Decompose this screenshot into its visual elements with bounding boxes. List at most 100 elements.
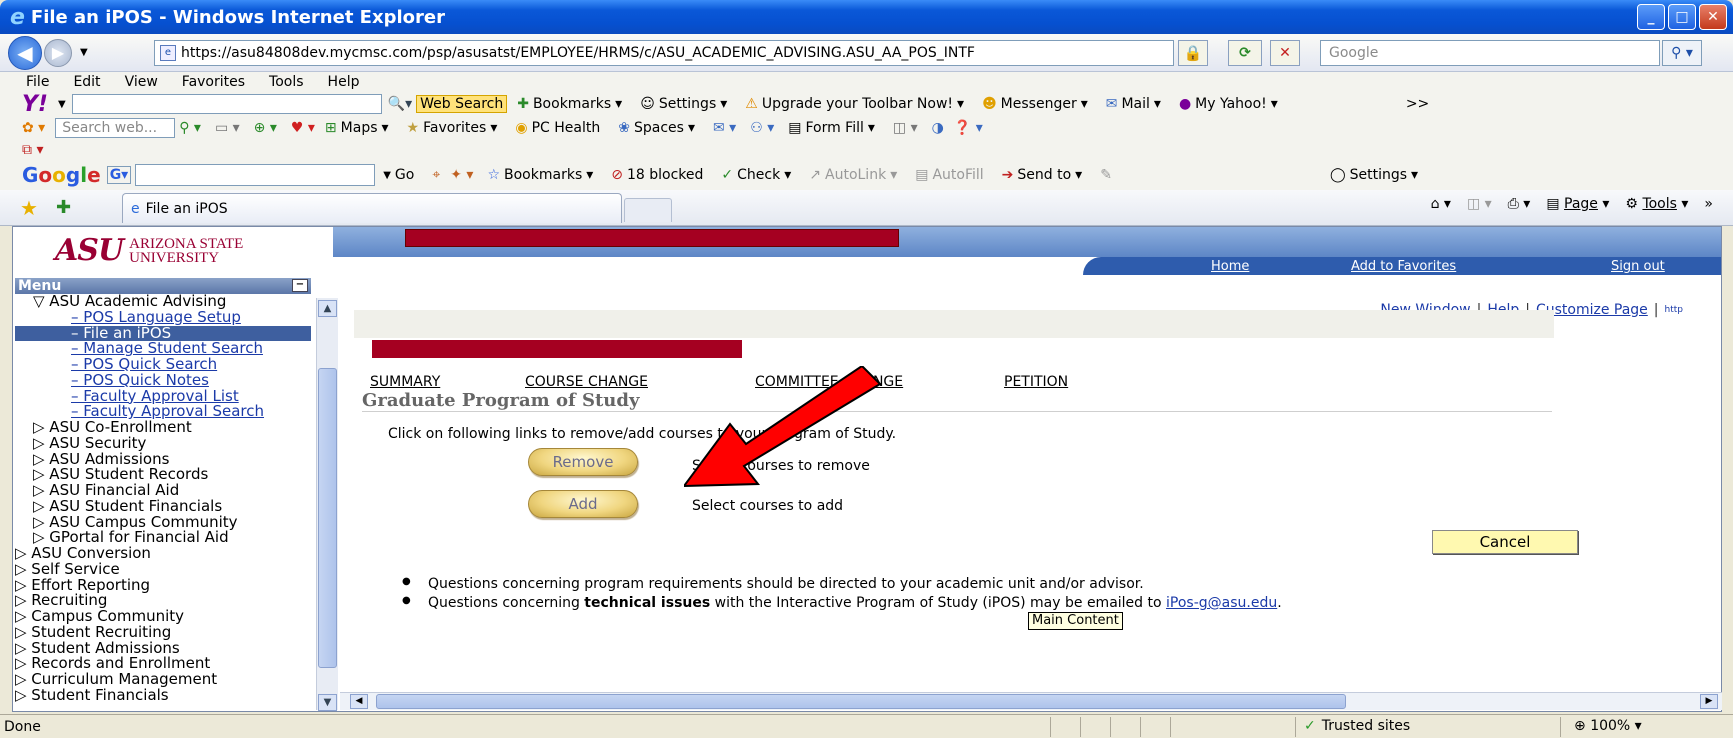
remove-button[interactable]: Remove — [528, 448, 638, 476]
home-icon[interactable]: ⌂ ▾ — [1431, 196, 1451, 212]
lock-icon[interactable]: 🔒 — [1178, 40, 1208, 66]
checkmark-icon: ✓ — [1304, 718, 1316, 734]
favorites-center-icon[interactable]: ★ — [20, 196, 38, 220]
yahoo-search-input[interactable] — [71, 94, 382, 114]
sidebar-item[interactable]: ▷ Student Financials — [15, 687, 311, 704]
google-g-icon[interactable]: G▾ — [106, 166, 132, 184]
add-button[interactable]: Add — [528, 490, 638, 518]
menu-edit[interactable]: Edit — [73, 74, 100, 90]
sign-out-link[interactable]: Sign out — [1611, 259, 1665, 274]
go-button[interactable]: Go — [395, 167, 414, 183]
msn-search-input[interactable]: Search web... — [55, 118, 176, 138]
back-button[interactable]: ◀ — [8, 35, 42, 70]
tab-summary[interactable]: SUMMARY — [370, 374, 440, 390]
horizontal-scroll-thumb[interactable] — [376, 694, 1346, 709]
search-input[interactable]: Google — [1320, 40, 1660, 66]
web-search-button[interactable]: Web Search — [416, 95, 508, 113]
msn-heart-icon[interactable]: ♥ ▾ — [291, 120, 315, 136]
collapse-menu-icon[interactable]: − — [292, 279, 308, 292]
horizontal-scrollbar[interactable]: ◀ ▶ — [340, 692, 1722, 710]
msn-help-icon[interactable]: ❓ ▾ — [954, 120, 983, 136]
scroll-down-icon[interactable]: ▼ — [318, 694, 337, 711]
msn-extra-icon[interactable]: ⧉ ▾ — [22, 142, 43, 158]
favorites-button[interactable]: ★ Favorites ▾ — [407, 120, 498, 136]
add-to-favorites-link[interactable]: Add to Favorites — [1351, 259, 1456, 274]
add-favorites-icon[interactable]: ✚ — [56, 197, 71, 218]
stop-button[interactable]: ✕ — [1270, 40, 1300, 66]
mail-button[interactable]: ✉ Mail ▾ — [1106, 96, 1161, 112]
tab-course-change[interactable]: COURSE CHANGE — [525, 374, 648, 390]
forward-button[interactable]: ▶ — [44, 38, 72, 67]
history-dropdown-icon[interactable]: ▼ — [80, 47, 88, 58]
refresh-button[interactable]: ⟳ — [1228, 40, 1262, 66]
maximize-button[interactable]: □ — [1668, 4, 1696, 30]
menu-help[interactable]: Help — [328, 74, 360, 90]
menu-favorites[interactable]: Favorites — [182, 74, 245, 90]
url-field[interactable]: e https://asu84808dev.mycmsc.com/psp/asu… — [154, 40, 1174, 66]
google-settings-button[interactable]: ◯ Settings ▾ — [1330, 167, 1418, 183]
form-fill-button[interactable]: ▤ Form Fill ▾ — [788, 120, 875, 136]
msn-butterfly-icon[interactable]: ✿ ▾ — [22, 120, 45, 136]
close-button[interactable]: ✕ — [1699, 4, 1727, 30]
home-link[interactable]: Home — [1211, 259, 1249, 274]
security-zone[interactable]: ✓ Trusted sites — [1304, 718, 1410, 734]
minimize-button[interactable]: _ — [1637, 4, 1665, 30]
dropdown-icon[interactable]: ▼ — [58, 99, 66, 110]
bookmarks-button[interactable]: ✚ Bookmarks ▾ — [517, 96, 622, 112]
yahoo-logo-icon[interactable]: Y! — [22, 92, 48, 117]
feeds-icon[interactable]: ◫ ▾ — [1467, 196, 1492, 212]
spaces-button[interactable]: ❀ Spaces ▾ — [618, 120, 695, 136]
menu-tools[interactable]: Tools — [269, 74, 304, 90]
scroll-left-icon[interactable]: ◀ — [350, 694, 368, 709]
toolbar-more-button[interactable]: >> — [1406, 96, 1429, 112]
email-link[interactable]: iPos-g@asu.edu — [1166, 595, 1277, 611]
settings-circle-icon: ◯ — [1329, 167, 1346, 183]
scroll-up-icon[interactable]: ▲ — [318, 300, 337, 317]
note-item: Questions concerning program requirement… — [402, 576, 1282, 595]
msn-arrow-icon[interactable]: ◑ — [932, 120, 944, 136]
menu-file[interactable]: File — [26, 74, 49, 90]
search-icon[interactable]: ⚲ ▾ — [1662, 40, 1702, 66]
zoom-level[interactable]: ⊕ 100% ▾ — [1574, 718, 1642, 734]
sidebar-scroll-thumb[interactable] — [318, 368, 337, 668]
msn-people-icon[interactable]: ⚇ ▾ — [750, 120, 774, 136]
tools-menu[interactable]: ⚙ Tools ▾ — [1625, 196, 1688, 212]
settings-button[interactable]: ☺ Settings ▾ — [640, 96, 727, 112]
maps-button[interactable]: ⊞ Maps ▾ — [325, 120, 389, 136]
sidebar-scrollbar[interactable]: ▲ — [316, 298, 338, 710]
pc-health-button[interactable]: ◉ PC Health — [515, 120, 600, 136]
google-pagerank-icon[interactable]: ⌖ — [432, 167, 440, 183]
google-puzzle-icon[interactable]: ✦ ▾ — [450, 167, 473, 183]
tab-petition[interactable]: PETITION — [1004, 374, 1068, 390]
google-search-input[interactable] — [135, 164, 376, 186]
menu-view[interactable]: View — [125, 74, 158, 90]
autofill-button[interactable]: ▤ AutoFill — [915, 167, 983, 183]
msn-tool-icon[interactable]: ▭ ▾ — [215, 120, 240, 136]
upgrade-toolbar-button[interactable]: ⚠ Upgrade your Toolbar Now! ▾ — [745, 96, 964, 112]
msn-add-icon[interactable]: ⊕ ▾ — [254, 120, 277, 136]
page-menu[interactable]: ▤ Page ▾ — [1546, 196, 1609, 212]
google-dropdown-icon[interactable]: ▼ — [383, 170, 391, 181]
new-tab-button[interactable] — [624, 198, 672, 222]
send-to-button[interactable]: ➔ Send to ▾ — [1002, 167, 1083, 183]
msn-search-icon[interactable]: ⚲ ▾ — [179, 120, 201, 136]
magnifier-icon[interactable]: 🔍▾ — [388, 96, 412, 112]
messenger-button[interactable]: ☻ Messenger ▾ — [982, 96, 1088, 112]
scroll-right-icon[interactable]: ▶ — [1700, 694, 1718, 709]
google-bookmarks-button[interactable]: ☆ Bookmarks ▾ — [487, 167, 593, 183]
autolink-button[interactable]: ↗ AutoLink ▾ — [809, 167, 897, 183]
cancel-button[interactable]: Cancel — [1432, 530, 1578, 554]
spell-check-button[interactable]: ✓ Check ▾ — [721, 167, 791, 183]
popup-blocker-button[interactable]: ⊘ 18 blocked — [611, 167, 703, 183]
my-yahoo-button[interactable]: ● My Yahoo! ▾ — [1179, 96, 1278, 112]
add-description: Select courses to add — [692, 498, 844, 514]
msn-mail-icon[interactable]: ✉ ▾ — [713, 120, 736, 136]
print-icon[interactable]: ⎙ ▾ — [1508, 196, 1531, 212]
http-icon[interactable]: http — [1665, 305, 1683, 315]
status-text: Done — [4, 718, 41, 735]
highlight-icon[interactable]: ✎ — [1100, 167, 1112, 183]
msn-rss-icon[interactable]: ◫ ▾ — [893, 120, 918, 136]
google-logo-icon[interactable]: Google — [22, 163, 101, 187]
chevron-more-icon[interactable]: » — [1704, 196, 1713, 212]
browser-tab[interactable]: e File an iPOS — [122, 193, 622, 223]
